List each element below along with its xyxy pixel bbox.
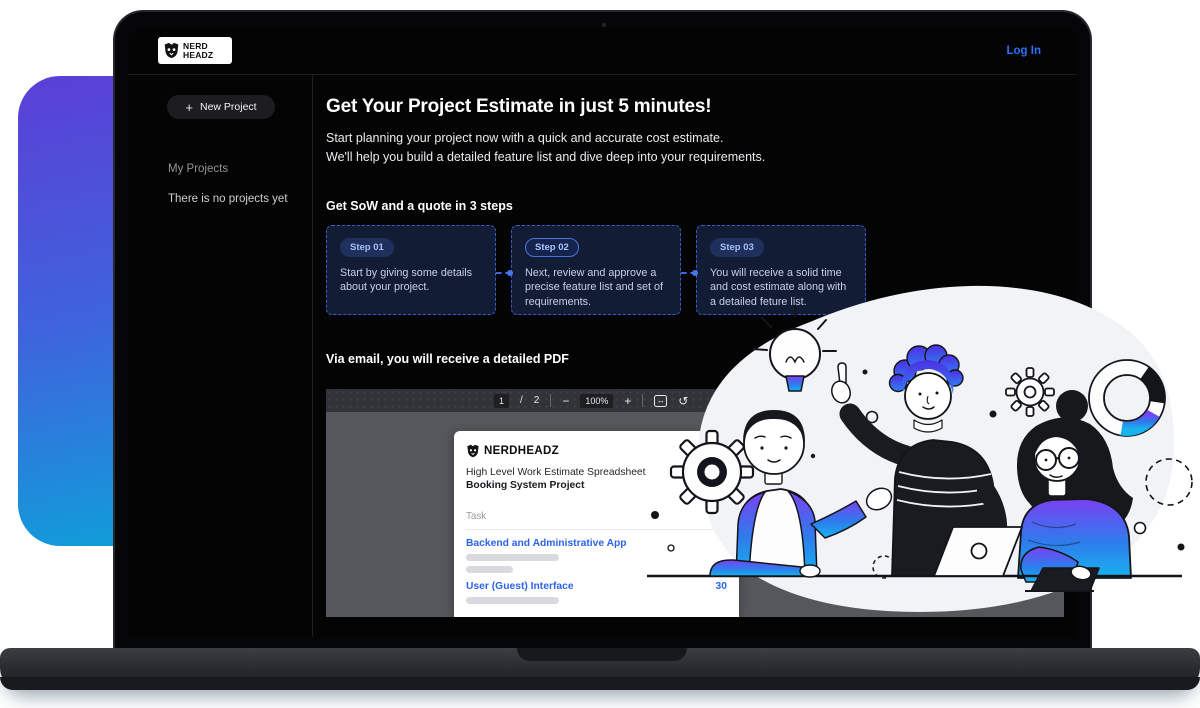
task-label: User (Guest) Interface bbox=[466, 581, 574, 592]
app-header: NERD HEADZ Log In bbox=[128, 27, 1077, 75]
login-link[interactable]: Log In bbox=[1007, 45, 1042, 57]
zoom-out-button[interactable]: − bbox=[562, 395, 569, 407]
new-project-button[interactable]: + New Project bbox=[167, 95, 275, 119]
logo-line2: HEADZ bbox=[183, 51, 213, 60]
zoom-level-field[interactable]: 100% bbox=[580, 394, 613, 408]
my-projects-label: My Projects bbox=[168, 163, 312, 175]
sidebar: + New Project My Projects There is no pr… bbox=[128, 75, 313, 637]
subtitle-line-2: We'll help you build a detailed feature … bbox=[326, 148, 1077, 167]
step-card-1: Step 01 Start by giving some details abo… bbox=[326, 225, 496, 315]
donut-chart-graphic bbox=[1089, 360, 1165, 436]
document-logo-text: NERDHEADZ bbox=[484, 445, 559, 457]
plus-icon: + bbox=[185, 101, 193, 114]
step-badge-2: Step 02 bbox=[525, 238, 579, 257]
placeholder-bar bbox=[466, 597, 559, 604]
steps-heading: Get SoW and a quote in 3 steps bbox=[326, 199, 1077, 213]
nerdheadz-wolf-icon bbox=[163, 42, 180, 59]
laptop-base bbox=[0, 648, 1200, 690]
gear-icon bbox=[671, 431, 753, 513]
new-project-label: New Project bbox=[200, 101, 257, 113]
page-title: Get Your Project Estimate in just 5 minu… bbox=[326, 96, 1077, 118]
gear-small-icon bbox=[1006, 368, 1054, 416]
page-total: 2 bbox=[534, 395, 540, 406]
laptop-bottom-edge bbox=[0, 677, 1200, 690]
toolbar-divider bbox=[550, 394, 551, 407]
step-connector-1 bbox=[496, 272, 511, 274]
step-badge-3: Step 03 bbox=[710, 238, 764, 257]
placeholder-bar bbox=[466, 566, 513, 573]
hero-scene: NERD HEADZ Log In + New Project My Proje… bbox=[0, 0, 1200, 708]
laptop-notch bbox=[517, 648, 687, 661]
nerdheadz-logo[interactable]: NERD HEADZ bbox=[158, 37, 232, 64]
nerdheadz-wolf-icon bbox=[466, 444, 480, 458]
step-badge-1: Step 01 bbox=[340, 238, 394, 257]
page-separator: / bbox=[520, 395, 523, 406]
placeholder-bar bbox=[466, 554, 559, 561]
zoom-in-button[interactable]: + bbox=[624, 395, 631, 407]
page-number-field[interactable]: 1 bbox=[494, 394, 509, 408]
subtitle-line-1: Start planning your project now with a q… bbox=[326, 129, 1077, 148]
empty-projects-message: There is no projects yet bbox=[168, 193, 312, 205]
task-label: Backend and Administrative App bbox=[466, 538, 627, 549]
step-text-1: Start by giving some details about your … bbox=[340, 266, 482, 295]
page-subtitle: Start planning your project now with a q… bbox=[326, 129, 1077, 166]
team-illustration bbox=[640, 270, 1200, 615]
